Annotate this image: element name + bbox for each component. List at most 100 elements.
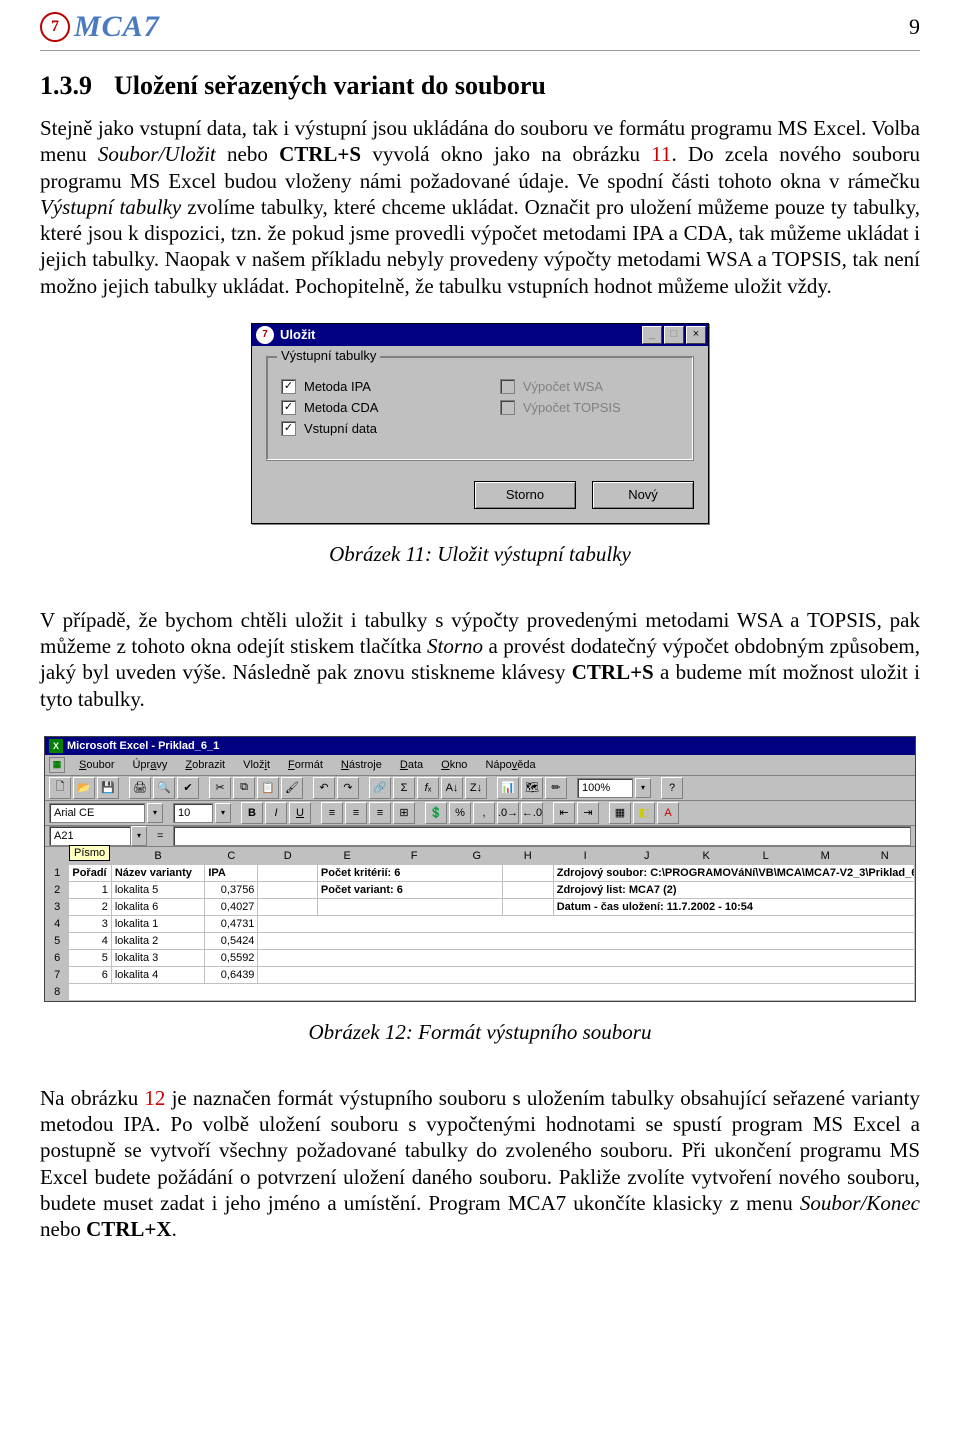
col-K[interactable]: K xyxy=(676,847,735,864)
cell[interactable]: 0,6439 xyxy=(205,966,258,983)
cell[interactable]: 6 xyxy=(69,966,111,983)
checkbox-input-data[interactable]: ✓ xyxy=(281,421,296,436)
cut-icon[interactable]: ✂ xyxy=(209,777,231,799)
sort-asc-icon[interactable]: A↓ xyxy=(441,777,463,799)
cell[interactable]: 3 xyxy=(69,915,111,932)
font-box[interactable]: Arial CE xyxy=(49,803,145,823)
font-size-box[interactable]: 10 xyxy=(173,803,213,823)
row-header[interactable]: 7 xyxy=(46,966,69,983)
new-icon[interactable]: 🗋 xyxy=(49,777,71,799)
cell[interactable]: IPA xyxy=(205,864,258,881)
col-B[interactable]: B xyxy=(111,847,204,864)
autosum-icon[interactable]: Σ xyxy=(393,777,415,799)
drawing-icon[interactable]: ✏ xyxy=(545,777,567,799)
underline-icon[interactable]: U xyxy=(289,802,311,824)
map-icon[interactable]: 🗺 xyxy=(521,777,543,799)
name-box[interactable]: A21 xyxy=(49,826,131,846)
col-J[interactable]: J xyxy=(617,847,676,864)
cell[interactable] xyxy=(258,881,317,898)
chart-icon[interactable]: 📊 xyxy=(497,777,519,799)
cell[interactable] xyxy=(258,898,317,915)
cell[interactable]: 2 xyxy=(69,898,111,915)
cell[interactable]: 0,3756 xyxy=(205,881,258,898)
currency-icon[interactable]: 💲 xyxy=(425,802,447,824)
cell[interactable]: 5 xyxy=(69,949,111,966)
cell[interactable]: Název varianty xyxy=(111,864,204,881)
menu-data[interactable]: Data xyxy=(392,759,431,771)
merge-icon[interactable]: ⊞ xyxy=(393,802,415,824)
cell[interactable]: lokalita 3 xyxy=(111,949,204,966)
format-painter-icon[interactable]: 🖌 xyxy=(281,777,303,799)
undo-icon[interactable]: ↶ xyxy=(313,777,335,799)
maximize-button[interactable]: □ xyxy=(664,326,684,344)
sort-desc-icon[interactable]: Z↓ xyxy=(465,777,487,799)
menu-vlozit[interactable]: Vložit xyxy=(235,759,278,771)
menu-upravy[interactable]: Úpravy xyxy=(124,759,175,771)
col-G[interactable]: G xyxy=(451,847,502,864)
select-all-corner[interactable] xyxy=(46,847,69,864)
preview-icon[interactable]: 🔍 xyxy=(153,777,175,799)
save-icon[interactable]: 💾 xyxy=(97,777,119,799)
redo-icon[interactable]: ↷ xyxy=(337,777,359,799)
cell[interactable]: Počet kritérií: 6 xyxy=(317,864,502,881)
menu-zobrazit[interactable]: Zobrazit xyxy=(177,759,233,771)
cell[interactable]: Zdrojový soubor: C:\PROGRAMOVáNí\VB\MCA\… xyxy=(553,864,914,881)
percent-icon[interactable]: % xyxy=(449,802,471,824)
menu-okno[interactable]: Okno xyxy=(433,759,475,771)
font-size-dropdown-icon[interactable]: ▾ xyxy=(215,803,231,823)
paste-icon[interactable]: 📋 xyxy=(257,777,279,799)
cell[interactable]: 0,5424 xyxy=(205,932,258,949)
cell[interactable]: Datum - čas uložení: 11.7.2002 - 10:54 xyxy=(553,898,914,915)
bold-icon[interactable]: B xyxy=(241,802,263,824)
align-center-icon[interactable]: ≡ xyxy=(345,802,367,824)
spell-icon[interactable]: ✔ xyxy=(177,777,199,799)
open-icon[interactable]: 📂 xyxy=(73,777,95,799)
col-I[interactable]: I xyxy=(553,847,617,864)
cell[interactable] xyxy=(258,864,317,881)
row-header[interactable]: 2 xyxy=(46,881,69,898)
align-right-icon[interactable]: ≡ xyxy=(369,802,391,824)
align-left-icon[interactable]: ≡ xyxy=(321,802,343,824)
checkbox-ipa[interactable]: ✓ xyxy=(281,379,296,394)
cell[interactable]: 1 xyxy=(69,881,111,898)
hyperlink-icon[interactable]: 🔗 xyxy=(369,777,391,799)
indent-dec-icon[interactable]: ⇤ xyxy=(553,802,575,824)
cell[interactable]: lokalita 6 xyxy=(111,898,204,915)
col-L[interactable]: L xyxy=(736,847,795,864)
col-N[interactable]: N xyxy=(855,847,915,864)
font-dropdown-icon[interactable]: ▾ xyxy=(147,803,163,823)
col-C[interactable]: C xyxy=(205,847,258,864)
help-icon[interactable]: ? xyxy=(661,777,683,799)
cell[interactable] xyxy=(502,881,553,898)
row-header[interactable]: 5 xyxy=(46,932,69,949)
row-header[interactable]: 1 xyxy=(46,864,69,881)
col-H[interactable]: H xyxy=(502,847,553,864)
font-color-icon[interactable]: A xyxy=(657,802,679,824)
col-E[interactable]: E xyxy=(317,847,376,864)
function-icon[interactable]: fₓ xyxy=(417,777,439,799)
row-header[interactable]: 8 xyxy=(46,983,69,1000)
menu-format[interactable]: Formát xyxy=(280,759,331,771)
cell[interactable] xyxy=(502,864,553,881)
cell[interactable]: 4 xyxy=(69,932,111,949)
cell[interactable]: 0,5592 xyxy=(205,949,258,966)
copy-icon[interactable]: ⧉ xyxy=(233,777,255,799)
col-F[interactable]: F xyxy=(377,847,451,864)
menu-soubor[interactable]: Soubor xyxy=(71,759,122,771)
cell[interactable]: Počet variant: 6 xyxy=(317,881,502,898)
italic-icon[interactable]: I xyxy=(265,802,287,824)
fill-color-icon[interactable]: ◧ xyxy=(633,802,655,824)
cell[interactable]: Zdrojový list: MCA7 (2) xyxy=(553,881,914,898)
comma-icon[interactable]: , xyxy=(473,802,495,824)
cell[interactable]: Pořadí xyxy=(69,864,111,881)
close-button[interactable]: × xyxy=(686,326,706,344)
cell[interactable] xyxy=(258,915,915,932)
storno-button[interactable]: Storno xyxy=(474,481,576,509)
name-box-dropdown-icon[interactable]: ▾ xyxy=(131,826,147,846)
row-header[interactable]: 3 xyxy=(46,898,69,915)
col-D[interactable]: D xyxy=(258,847,317,864)
print-icon[interactable]: 🖨 xyxy=(129,777,151,799)
decrease-decimal-icon[interactable]: ←.0 xyxy=(521,802,543,824)
borders-icon[interactable]: ▦ xyxy=(609,802,631,824)
cell[interactable]: 0,4731 xyxy=(205,915,258,932)
